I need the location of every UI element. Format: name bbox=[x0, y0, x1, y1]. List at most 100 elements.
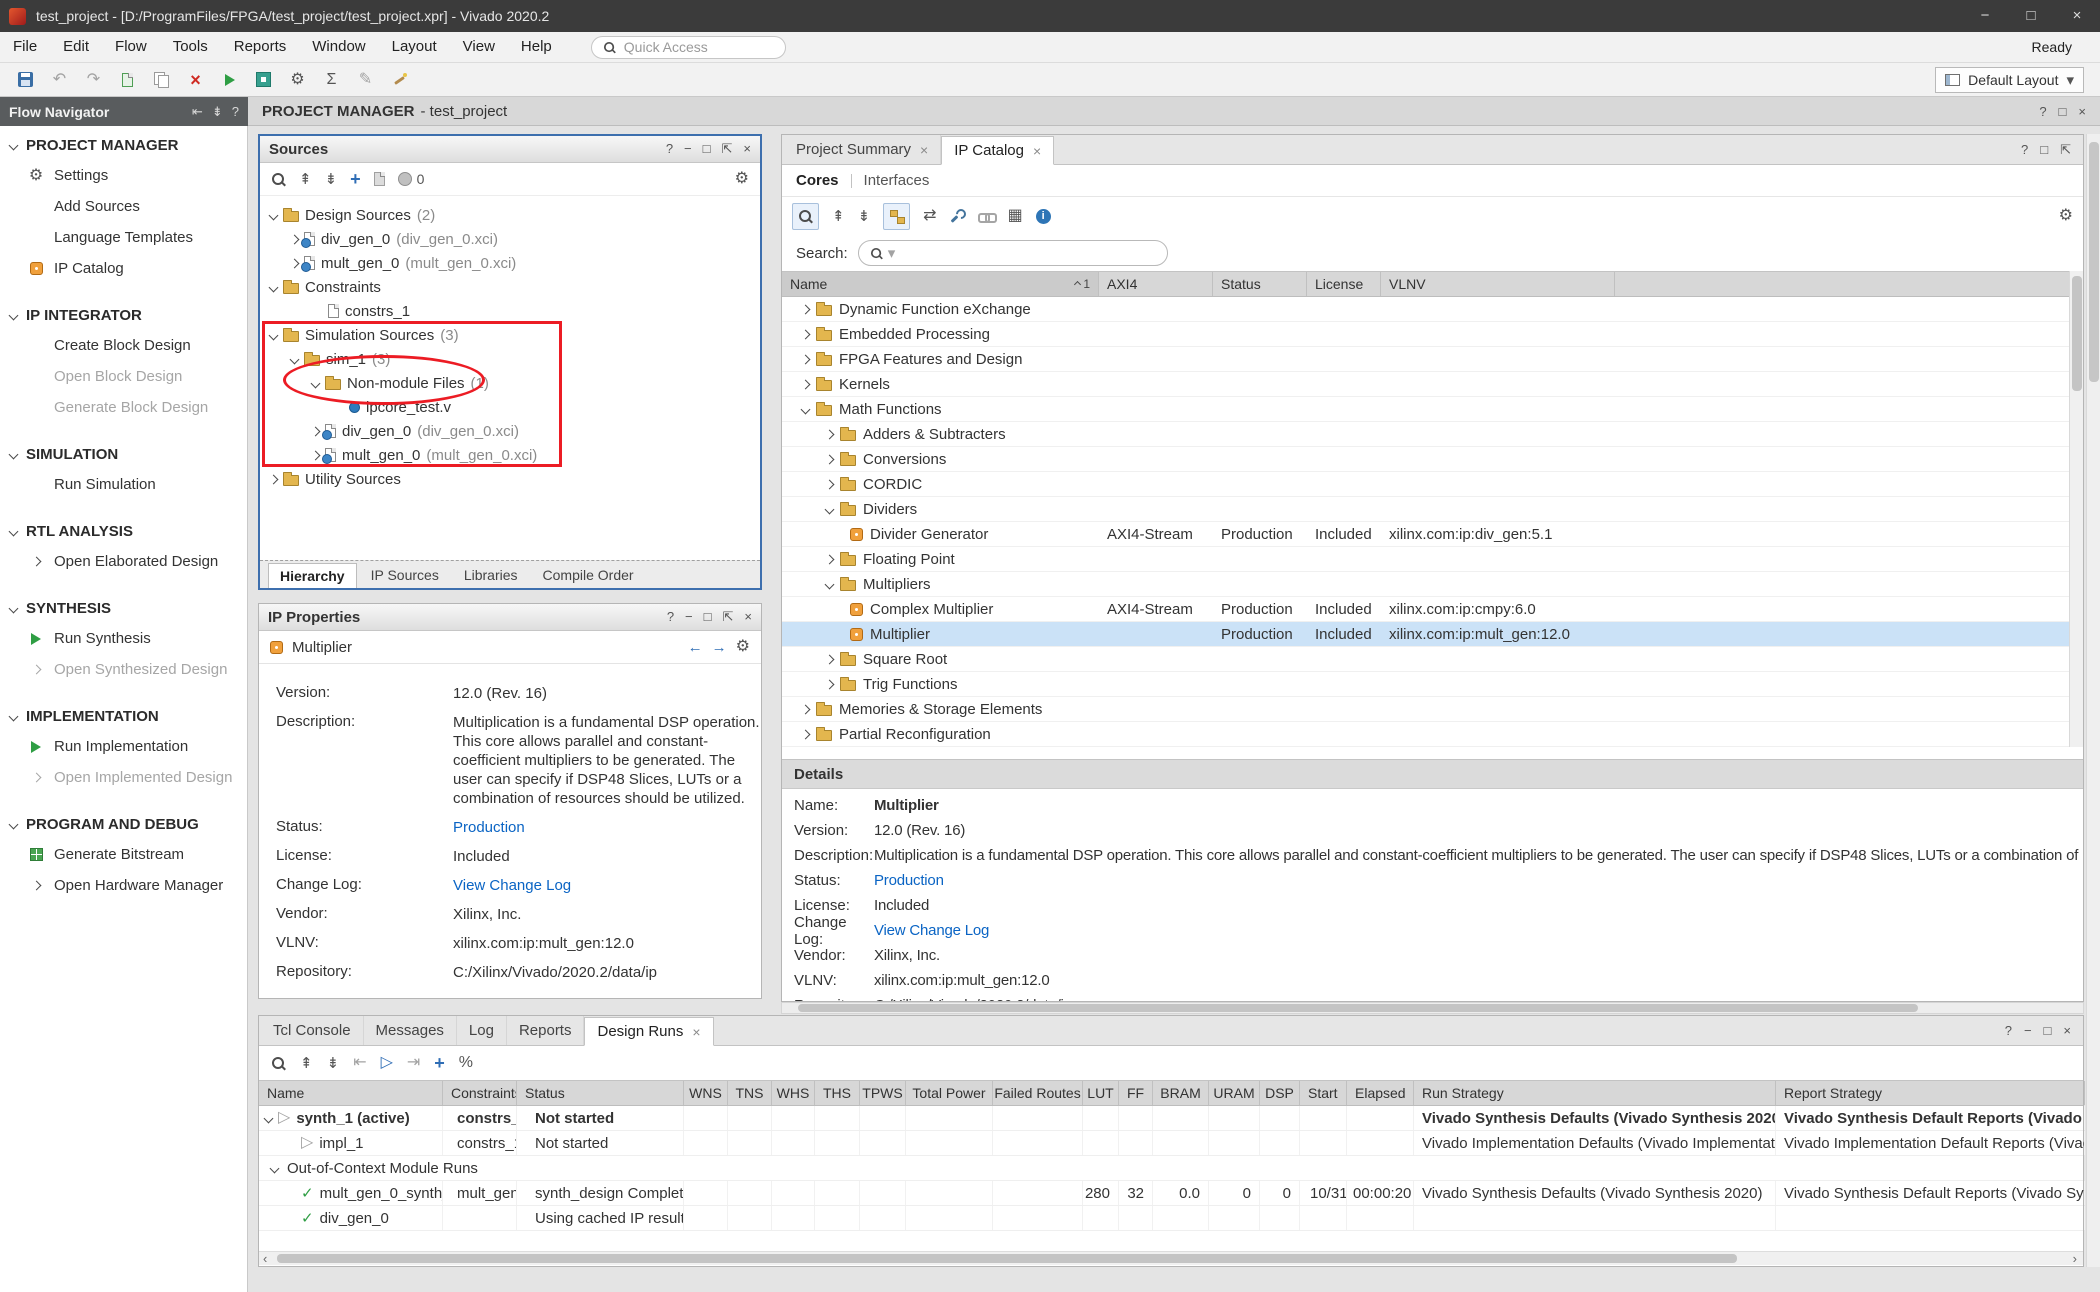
help-icon[interactable]: ? bbox=[2005, 1023, 2012, 1038]
maximize-icon[interactable]: □ bbox=[2040, 142, 2048, 158]
catalog-item-floating-point[interactable]: Floating Point bbox=[782, 547, 2069, 572]
file-icon[interactable] bbox=[374, 172, 385, 186]
catalog-item-math-functions[interactable]: Math Functions bbox=[782, 397, 2069, 422]
tab-log[interactable]: Log bbox=[457, 1016, 507, 1045]
source-non-module-files[interactable]: Non-module Files(1) bbox=[260, 371, 760, 395]
column-header-vlnv[interactable]: VLNV bbox=[1381, 272, 1615, 296]
flow-section-header[interactable]: IMPLEMENTATION bbox=[0, 701, 247, 731]
help-icon[interactable]: ? bbox=[2039, 104, 2046, 119]
column-header-ths[interactable]: THS bbox=[815, 1081, 860, 1105]
column-header-tpws[interactable]: TPWS bbox=[860, 1081, 906, 1105]
flow-item-settings[interactable]: ⚙Settings bbox=[0, 160, 247, 191]
flow-item-open-synthesized-design[interactable]: Open Synthesized Design bbox=[0, 654, 247, 685]
flow-item-open-block-design[interactable]: Open Block Design bbox=[0, 361, 247, 392]
link-production[interactable]: Production bbox=[453, 818, 761, 837]
close-icon[interactable]: × bbox=[744, 609, 752, 625]
column-header-report-strategy[interactable]: Report Strategy bbox=[1776, 1081, 2085, 1105]
menu-window[interactable]: Window bbox=[299, 32, 378, 62]
tab-tcl-console[interactable]: Tcl Console bbox=[261, 1016, 364, 1045]
fast-forward-icon[interactable]: ⇥ bbox=[407, 1055, 420, 1071]
flow-item-language-templates[interactable]: Language Templates bbox=[0, 222, 247, 253]
redo-button[interactable]: ↷ bbox=[80, 67, 107, 93]
float-icon[interactable]: ⇱ bbox=[722, 141, 733, 157]
board-button[interactable] bbox=[250, 67, 277, 93]
restructure-icon[interactable]: ⇄ bbox=[923, 208, 936, 224]
catalog-item-divider-generator[interactable]: Divider GeneratorAXI4-StreamProductionIn… bbox=[782, 522, 2069, 547]
expand-all-icon[interactable]: ⇟ bbox=[327, 1056, 340, 1071]
save-button[interactable] bbox=[12, 67, 39, 93]
catalog-item-embedded-processing[interactable]: Embedded Processing bbox=[782, 322, 2069, 347]
source-sim-1[interactable]: sim_1(3) bbox=[260, 347, 760, 371]
scroll-left-icon[interactable]: ‹ bbox=[263, 1252, 267, 1265]
run-button[interactable] bbox=[216, 67, 243, 93]
close-icon[interactable]: × bbox=[2063, 1023, 2071, 1038]
flow-item-open-implemented-design[interactable]: Open Implemented Design bbox=[0, 762, 247, 793]
link-icon[interactable] bbox=[978, 209, 995, 223]
source-constraints[interactable]: Constraints bbox=[260, 275, 760, 299]
collapse-all-icon[interactable]: ⇞ bbox=[832, 209, 845, 224]
scrollbar-thumb[interactable] bbox=[798, 1004, 1918, 1012]
tab-design-runs[interactable]: Design Runs× bbox=[584, 1017, 713, 1046]
menu-help[interactable]: Help bbox=[508, 32, 565, 62]
column-header-uram[interactable]: URAM bbox=[1209, 1081, 1260, 1105]
menu-flow[interactable]: Flow bbox=[102, 32, 160, 62]
link-view-change-log[interactable]: View Change Log bbox=[874, 922, 999, 939]
flow-section-header[interactable]: PROGRAM AND DEBUG bbox=[0, 809, 247, 839]
column-header-failed-routes[interactable]: Failed Routes bbox=[993, 1081, 1083, 1105]
flow-item-generate-bitstream[interactable]: Generate Bitstream bbox=[0, 839, 247, 870]
settings-button[interactable]: ⚙ bbox=[284, 67, 311, 93]
catalog-item-square-root[interactable]: Square Root bbox=[782, 647, 2069, 672]
tab-libraries[interactable]: Libraries bbox=[453, 563, 529, 588]
tab-hierarchy[interactable]: Hierarchy bbox=[268, 563, 357, 588]
expand-icon[interactable]: ⇟ bbox=[212, 104, 223, 120]
source-mult-gen-0[interactable]: mult_gen_0(mult_gen_0.xci) bbox=[260, 443, 760, 467]
help-icon[interactable]: ? bbox=[666, 141, 673, 157]
gear-icon[interactable]: ⚙ bbox=[2059, 208, 2073, 224]
tab-ip-catalog[interactable]: IP Catalog× bbox=[941, 136, 1054, 165]
column-header-start[interactable]: Start bbox=[1300, 1081, 1347, 1105]
wand-button[interactable] bbox=[386, 67, 413, 93]
undo-button[interactable]: ↶ bbox=[46, 67, 73, 93]
maximize-icon[interactable]: □ bbox=[2059, 104, 2067, 119]
source-ipcore-test-v[interactable]: ipcore_test.v bbox=[260, 395, 760, 419]
catalog-item-adders-subtracters[interactable]: Adders & Subtracters bbox=[782, 422, 2069, 447]
flow-item-generate-block-design[interactable]: Generate Block Design bbox=[0, 392, 247, 423]
column-header-status[interactable]: Status bbox=[1213, 272, 1307, 296]
gear-icon[interactable]: ⚙ bbox=[736, 639, 750, 655]
tab-project-summary[interactable]: Project Summary× bbox=[784, 135, 941, 164]
column-header-status[interactable]: Status bbox=[517, 1081, 684, 1105]
wrench-icon[interactable] bbox=[950, 209, 965, 224]
flow-item-ip-catalog[interactable]: IP Catalog bbox=[0, 253, 247, 284]
horizontal-scrollbar[interactable]: ‹ › bbox=[259, 1251, 2083, 1265]
layout-select[interactable]: Default Layout ▾ bbox=[1935, 67, 2084, 93]
flow-section-header[interactable]: IP INTEGRATOR bbox=[0, 300, 247, 330]
column-header-elapsed[interactable]: Elapsed bbox=[1347, 1081, 1414, 1105]
scrollbar-thumb[interactable] bbox=[2072, 276, 2082, 391]
collapse-all-icon[interactable]: ⇞ bbox=[300, 1056, 313, 1071]
tab-compile-order[interactable]: Compile Order bbox=[532, 563, 645, 588]
copy-button[interactable] bbox=[148, 67, 175, 93]
flow-item-run-simulation[interactable]: Run Simulation bbox=[0, 469, 247, 500]
column-header-license[interactable]: License bbox=[1307, 272, 1381, 296]
source-utility-sources[interactable]: Utility Sources bbox=[260, 467, 760, 491]
catalog-item-memories-storage-elements[interactable]: Memories & Storage Elements bbox=[782, 697, 2069, 722]
horizontal-scrollbar[interactable] bbox=[781, 1002, 2084, 1014]
delete-button[interactable]: × bbox=[182, 67, 209, 93]
column-header-wns[interactable]: WNS bbox=[684, 1081, 728, 1105]
menu-tools[interactable]: Tools bbox=[160, 32, 221, 62]
create-run-icon[interactable]: + bbox=[434, 1054, 445, 1072]
flow-item-add-sources[interactable]: Add Sources bbox=[0, 191, 247, 222]
menu-view[interactable]: View bbox=[450, 32, 508, 62]
column-header-axi4[interactable]: AXI4 bbox=[1099, 272, 1213, 296]
tab-ip-sources[interactable]: IP Sources bbox=[360, 563, 450, 588]
catalog-item-trig-functions[interactable]: Trig Functions bbox=[782, 672, 2069, 697]
column-header-dsp[interactable]: DSP bbox=[1260, 1081, 1300, 1105]
step-back-icon[interactable]: ⇤ bbox=[353, 1055, 366, 1071]
source-mult-gen-0[interactable]: mult_gen_0(mult_gen_0.xci) bbox=[260, 251, 760, 275]
run-row-div-gen-0[interactable]: ✓div_gen_0Using cached IP results bbox=[259, 1206, 2083, 1231]
flow-section-header[interactable]: PROJECT MANAGER bbox=[0, 130, 247, 160]
catalog-item-kernels[interactable]: Kernels bbox=[782, 372, 2069, 397]
maximize-button[interactable]: □ bbox=[2008, 0, 2054, 32]
tab-messages[interactable]: Messages bbox=[364, 1016, 457, 1045]
help-icon[interactable]: ? bbox=[667, 609, 674, 625]
